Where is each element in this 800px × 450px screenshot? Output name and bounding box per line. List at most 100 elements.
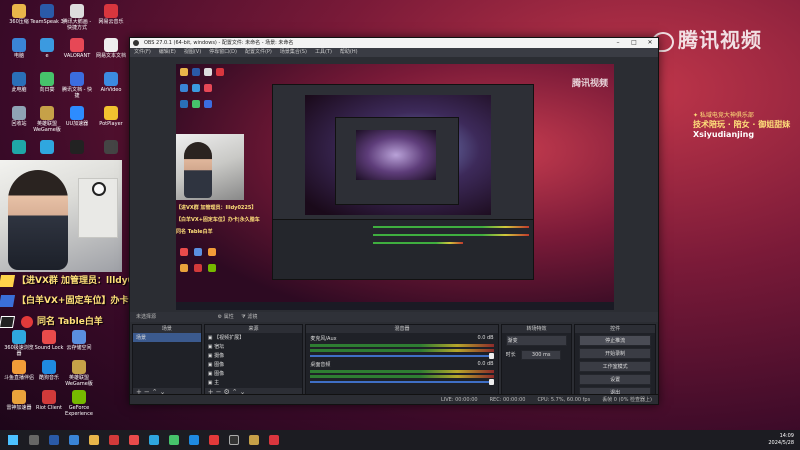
player-icon	[104, 106, 118, 120]
desktop-icon-docs[interactable]: 腾讯文档 - 快捷	[60, 72, 94, 99]
folder-icon[interactable]	[89, 435, 99, 445]
streamer	[8, 170, 68, 270]
desktop-icon-lol[interactable]: 英雄联盟 WeGame版	[30, 106, 64, 133]
desktop-icon-airvideo[interactable]: AirVideo	[94, 72, 128, 94]
webcam-overlay	[0, 160, 122, 272]
source-item[interactable]: ▣ 宿坛	[205, 342, 303, 351]
ie-icon	[40, 38, 54, 52]
preview-meter	[373, 234, 529, 236]
menu-profile[interactable]: 配置文件(P)	[245, 48, 272, 57]
desktop-icon-bottom-8[interactable]: Riot Client	[32, 390, 66, 412]
preview-nested-obs	[335, 117, 459, 205]
obs-titlebar[interactable]: OBS 27.0.1 (64-bit, windows) - 配置文件: 未命名…	[130, 38, 658, 48]
browser-icon[interactable]	[149, 435, 159, 445]
desktop-icon-bottom-4[interactable]: 斗鱼直播伴侣	[2, 360, 36, 382]
desktop-icon-valorant[interactable]: VALORANT	[60, 38, 94, 60]
document-icon	[70, 4, 84, 18]
source-item[interactable]: ▣ 摄像	[205, 351, 303, 360]
wechat-icon[interactable]	[169, 435, 179, 445]
desktop-icon-app2[interactable]	[94, 140, 128, 156]
preview-ad-2: 【白羊VX+固定车位】办卡|永久腊车	[176, 217, 260, 223]
music-icon[interactable]	[269, 435, 279, 445]
scene-item[interactable]: 场景	[133, 333, 201, 342]
desktop-icon-sunlogin[interactable]: 向日葵	[30, 72, 64, 94]
desktop-icon-bottom-6[interactable]: 英雄联盟 WeGame版	[62, 360, 96, 387]
tencent-video-watermark: 腾讯视频	[652, 24, 762, 53]
desktop-icon-bottom-2[interactable]: Sound Lock	[32, 330, 66, 352]
preview-desktop-icon	[204, 84, 212, 92]
menu-edit[interactable]: 编辑(E)	[159, 48, 176, 57]
preview-desktop-icon	[180, 84, 188, 92]
app-icon[interactable]	[69, 435, 79, 445]
app-icon[interactable]	[249, 435, 259, 445]
app-icon[interactable]	[189, 435, 199, 445]
preview-ad-3: 同名 Table白羊	[176, 229, 213, 235]
panda-plush	[92, 182, 106, 196]
menu-view[interactable]: 视图(V)	[184, 48, 201, 57]
computer-icon	[12, 38, 26, 52]
app-icon[interactable]	[209, 435, 219, 445]
menu-file[interactable]: 文件(F)	[134, 48, 151, 57]
app-icon[interactable]	[109, 435, 119, 445]
source-item[interactable]: ▣ 主	[205, 378, 303, 387]
source-item[interactable]: ▣ 图像	[205, 360, 303, 369]
volume-meter	[310, 370, 494, 373]
desktop-icon-tencent[interactable]: 腾讯大鹅画 - 快捷方式	[60, 4, 94, 31]
menu-tools[interactable]: 工具(T)	[315, 48, 332, 57]
preview-meter	[373, 242, 463, 244]
desktop-icon-bottom-3[interactable]: 云存储空间	[62, 330, 96, 352]
desktop-icon-bottom-1[interactable]: 360极速浏览器	[2, 330, 36, 357]
start-icon[interactable]	[8, 435, 18, 445]
desktop-icon-netease[interactable]: 网易云音乐	[94, 4, 128, 26]
transition-select[interactable]: 渐变	[505, 335, 568, 346]
desktop-icon-potplayer[interactable]: PotPlayer	[94, 106, 128, 128]
airvideo-icon	[104, 72, 118, 86]
desktop-icon-bottom-5[interactable]: 酷狗音乐	[32, 360, 66, 382]
minimize-button[interactable]: –	[610, 38, 626, 48]
app-icon[interactable]	[129, 435, 139, 445]
volume-meter	[310, 375, 494, 378]
maximize-button[interactable]: □	[626, 38, 642, 48]
volume-slider[interactable]	[310, 353, 494, 359]
menu-docks[interactable]: 停靠窗口(D)	[209, 48, 237, 57]
douyu-icon	[12, 360, 26, 374]
preview-obs-docks	[273, 219, 533, 279]
preview-taskbar	[176, 302, 614, 310]
preview-desktop-icon	[204, 68, 212, 76]
duration-input[interactable]: 300 ms	[521, 350, 562, 360]
music-icon	[104, 4, 118, 18]
lol-icon	[72, 360, 86, 374]
system-tray-clock[interactable]: 14:09 2024/5/28	[768, 433, 794, 447]
text-file-icon	[104, 38, 118, 52]
source-item[interactable]: ▣ 图像	[205, 369, 303, 378]
stop-streaming-button[interactable]: 停止推流	[579, 335, 651, 346]
desktop-icon-teamspeak[interactable]: TeamSpeak 3	[30, 4, 64, 26]
teamspeak-icon	[40, 4, 54, 18]
settings-button[interactable]: 设置	[579, 374, 651, 385]
close-button[interactable]: ✕	[642, 38, 658, 48]
menu-scene-collection[interactable]: 场景集合(S)	[280, 48, 307, 57]
desktop-icon-ie[interactable]: e	[30, 38, 64, 60]
desktop-icon-uu[interactable]: UU加速器	[60, 106, 94, 128]
preview-obs-window	[272, 84, 534, 280]
ad-line-3: 同名 Table白羊	[0, 314, 103, 328]
preview-webcam	[176, 134, 244, 200]
desktop-icon-bottom-7[interactable]: 雷神加速器	[2, 390, 36, 412]
preview-watermark: 腾讯视频	[571, 79, 608, 89]
obs-docks: 场景 场景 +−⌃⌄ 来源 ▣ 【视频扩展】 ▣ 宿坛 ▣ 摄像 ▣ 图像 ▣ …	[130, 310, 658, 398]
obs-icon[interactable]	[229, 435, 239, 445]
menu-help[interactable]: 帮助(H)	[340, 48, 358, 57]
desktop-icon-360browser[interactable]	[30, 140, 64, 156]
volume-slider[interactable]	[310, 379, 494, 385]
source-item[interactable]: ▣ 【视频扩展】	[205, 333, 303, 342]
steam-icon[interactable]	[49, 435, 59, 445]
search-icon[interactable]	[29, 435, 39, 445]
obs-window[interactable]: OBS 27.0.1 (64-bit, windows) - 配置文件: 未命名…	[129, 37, 659, 405]
desktop-icon-txt[interactable]: 网易文本文档	[94, 38, 128, 60]
start-recording-button[interactable]: 开始录制	[579, 348, 651, 359]
obs-preview[interactable]: 【进VX群 加管理员：llldy0225】 【白羊VX+固定车位】办卡|永久腊车…	[176, 64, 614, 310]
desktop-icon-bottom-9[interactable]: GeForce Experience	[62, 390, 96, 417]
desktop-icon-app[interactable]	[60, 140, 94, 156]
studio-mode-button[interactable]: 工作室模式	[579, 361, 651, 372]
browser-icon	[12, 330, 26, 344]
